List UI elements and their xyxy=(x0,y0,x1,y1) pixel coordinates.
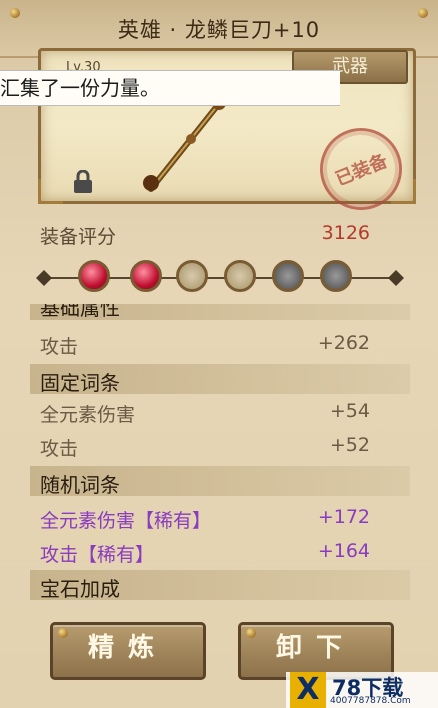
stat-label: 全元素伤害 xyxy=(40,404,136,426)
rivet-icon xyxy=(418,8,428,18)
locked-socket-icon[interactable] xyxy=(272,260,304,292)
stat-value: +164 xyxy=(317,540,370,562)
stat-label: 攻击 xyxy=(40,438,79,460)
equipment-detail-panel: 英雄 · 龙鳞巨刀+10 Lv.30 武器 汇集了一份力量。 已装备 装备评分 … xyxy=(0,0,438,708)
section-random-stats: 随机词条 xyxy=(30,466,410,497)
locked-socket-icon[interactable] xyxy=(320,260,352,292)
rivet-icon xyxy=(246,628,256,638)
stat-value: +54 xyxy=(329,400,370,422)
watermark-url: 4007787878.Com xyxy=(330,696,411,706)
empty-socket-icon[interactable] xyxy=(176,260,208,292)
stat-row: 全元素伤害 +54 xyxy=(0,394,438,430)
stat-value: +52 xyxy=(329,434,370,456)
stat-value: +262 xyxy=(317,332,370,354)
stat-value: +172 xyxy=(317,506,370,528)
section-fixed-stats: 固定词条 xyxy=(30,364,410,395)
section-title: 宝石加成 xyxy=(40,577,120,601)
stat-row-rare: 攻击【稀有】 +164 xyxy=(0,534,438,570)
stat-row: 攻击 +52 xyxy=(0,428,438,464)
stat-label: 攻击【稀有】 xyxy=(40,544,155,566)
toast-message: 汇集了一份力量。 xyxy=(0,70,340,106)
red-gem-icon[interactable] xyxy=(130,260,162,292)
watermark-logo: X xyxy=(290,672,326,708)
score-label: 装备评分 xyxy=(40,226,117,248)
section-title: 固定词条 xyxy=(40,371,120,395)
red-gem-icon[interactable] xyxy=(78,260,110,292)
stat-row-rare: 全元素伤害【稀有】 +172 xyxy=(0,500,438,536)
empty-socket-icon[interactable] xyxy=(224,260,256,292)
section-title: 随机词条 xyxy=(40,473,120,497)
item-title: 英雄 · 龙鳞巨刀+10 xyxy=(117,18,321,42)
rivet-icon xyxy=(10,8,20,18)
stat-label: 攻击 xyxy=(40,336,79,358)
rivet-icon xyxy=(58,628,68,638)
stat-label: 全元素伤害【稀有】 xyxy=(40,510,212,532)
score-row: 装备评分 3126 xyxy=(0,216,438,252)
section-gem-bonus: 宝石加成 xyxy=(30,570,410,601)
section-base-stats: 基础属性 xyxy=(30,304,410,320)
gem-sockets xyxy=(30,250,410,306)
refine-button[interactable]: 精炼 xyxy=(50,622,206,680)
score-value: 3126 xyxy=(321,222,370,244)
section-title: 基础属性 xyxy=(40,304,120,320)
stat-row: 攻击 +262 xyxy=(0,326,438,362)
lock-icon[interactable] xyxy=(72,170,94,194)
site-watermark: X 78下载 4007787878.Com xyxy=(286,672,438,708)
